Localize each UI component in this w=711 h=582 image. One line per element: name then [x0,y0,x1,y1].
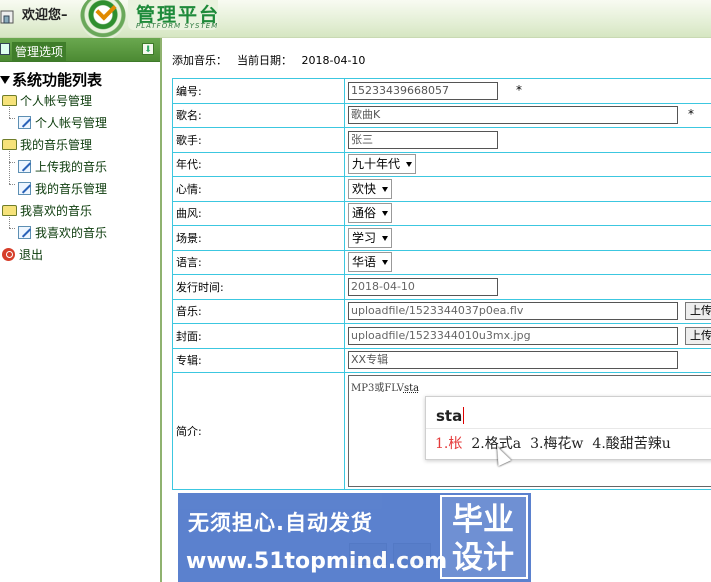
sidebar-item-favorites[interactable]: 我喜欢的音乐 [18,224,107,241]
chevron-down-icon [382,235,389,241]
top-header: 欢迎您– 管理平台 PLATFORM SYSTEM [0,0,711,40]
form-row-music: 音乐: uploadfile/1523344037p0ea.flv 上传 [172,298,711,324]
watermark-badge: 毕业 设计 [440,495,528,579]
field-label: 年代: [172,151,345,177]
watermark-slogan: 无须担心.自动发货 [188,511,373,535]
edit-doc-icon [18,226,31,239]
scene-select[interactable]: 学习 [348,227,393,248]
style-select[interactable]: 通俗 [348,203,393,224]
form-row-song: 歌名: 歌曲K * [172,102,711,128]
field-label: 场景: [172,225,345,251]
field-label: 发行时间: [172,274,345,300]
watermark-badge-text: 毕业 设计 [452,502,514,576]
sidebar-item-account[interactable]: 个人帐号管理 [18,114,107,131]
id-input[interactable]: 15233439668057 [348,81,498,100]
ime-candidate[interactable]: 4.酸甜苦辣u [592,436,670,452]
form-row-language: 语言: 华语 [172,249,711,275]
field-label: 专辑: [172,347,345,373]
ime-candidate-window: sta 1.枨 2.格式a 3.梅花w 4.酸甜苦辣u [425,396,711,460]
field-label: 歌手: [172,127,345,153]
watermark-banner: 无须担心.自动发货 www.51topmind.com 毕业 设计 [178,493,531,582]
song-name-input[interactable]: 歌曲K [348,106,678,125]
sidebar-item-upload-music[interactable]: 上传我的音乐 [18,158,107,175]
expand-arrow-icon [0,76,10,84]
page-caption: 添加音乐： 当前日期： 2018-04-10 [172,54,366,67]
watermark-url: www.51topmind.com [186,549,448,574]
ime-candidate[interactable]: 3.梅花w [530,436,583,452]
brand-subtitle: PLATFORM SYSTEM [136,22,219,30]
field-label: 编号: [172,78,345,104]
tree-root[interactable]: 系统功能列表 [0,69,102,90]
form-row-scene: 场景: 学习 [172,225,711,251]
field-label: 封面: [172,323,345,349]
cover-file-input[interactable]: uploadfile/1523344010u3mx.jpg [348,326,678,345]
panel-icon [0,43,10,55]
ime-candidates: 1.枨 2.格式a 3.梅花w 4.酸甜苦辣u [435,433,680,453]
field-label: 心情: [172,176,345,202]
form-row-era: 年代: 九十年代 [172,151,711,177]
music-file-input[interactable]: uploadfile/1523344037p0ea.flv [348,302,678,321]
field-label: 简介: [172,372,345,490]
folder-icon [2,205,17,216]
folder-icon [2,139,17,150]
singer-input[interactable]: 张三 [348,130,498,149]
field-label: 曲风: [172,200,345,226]
form-row-style: 曲风: 通俗 [172,200,711,226]
edit-doc-icon [18,116,31,129]
upload-cover-button[interactable]: 上传 [685,326,711,345]
mood-select[interactable]: 欢快 [348,178,393,199]
folder-icon [2,95,17,106]
collapse-icon[interactable]: ⬇ [142,43,154,55]
chevron-down-icon [382,260,389,266]
ime-candidate[interactable]: 1.枨 [435,436,462,452]
form-row-album: 专辑: XX专辑 [172,347,711,373]
sidebar-title-bar: 管理选项 ⬇ [0,38,160,62]
sidebar-group-music[interactable]: 我的音乐管理 [2,136,92,153]
required-mark: * [516,82,522,97]
sidebar-group-favorites[interactable]: 我喜欢的音乐 [2,202,92,219]
edit-doc-icon [18,182,31,195]
language-select[interactable]: 华语 [348,252,393,273]
sidebar: 管理选项 ⬇ 系统功能列表 个人帐号管理 个人帐号管理 我的音乐管理 上传我的音… [0,38,162,582]
home-icon[interactable] [0,8,14,24]
chevron-down-icon [406,162,413,168]
sidebar-title: 管理选项 [12,42,67,61]
chevron-down-icon [382,211,389,217]
release-date-input[interactable]: 2018-04-10 [348,277,498,296]
chevron-down-icon [382,186,389,192]
field-label: 音乐: [172,298,345,324]
ime-pinyin: sta [436,407,465,425]
power-icon [2,248,15,261]
welcome-text: 欢迎您– [22,8,68,23]
sidebar-item-exit[interactable]: 退出 [2,246,43,263]
field-label: 语言: [172,249,345,275]
required-mark: * [688,107,694,122]
sidebar-item-manage-music[interactable]: 我的音乐管理 [18,180,107,197]
form-row-cover: 封面: uploadfile/1523344010u3mx.jpg 上传 [172,323,711,349]
field-label: 歌名: [172,102,345,128]
sidebar-group-account[interactable]: 个人帐号管理 [2,92,92,109]
form-row-mood: 心情: 欢快 [172,176,711,202]
form-row-release: 发行时间: 2018-04-10 [172,274,711,300]
form-row-id: 编号: 15233439668057 * [172,78,711,104]
upload-music-button[interactable]: 上传 [685,302,711,321]
album-input[interactable]: XX专辑 [348,351,678,370]
edit-doc-icon [18,160,31,173]
era-select[interactable]: 九十年代 [348,154,417,175]
form-row-singer: 歌手: 张三 [172,127,711,153]
